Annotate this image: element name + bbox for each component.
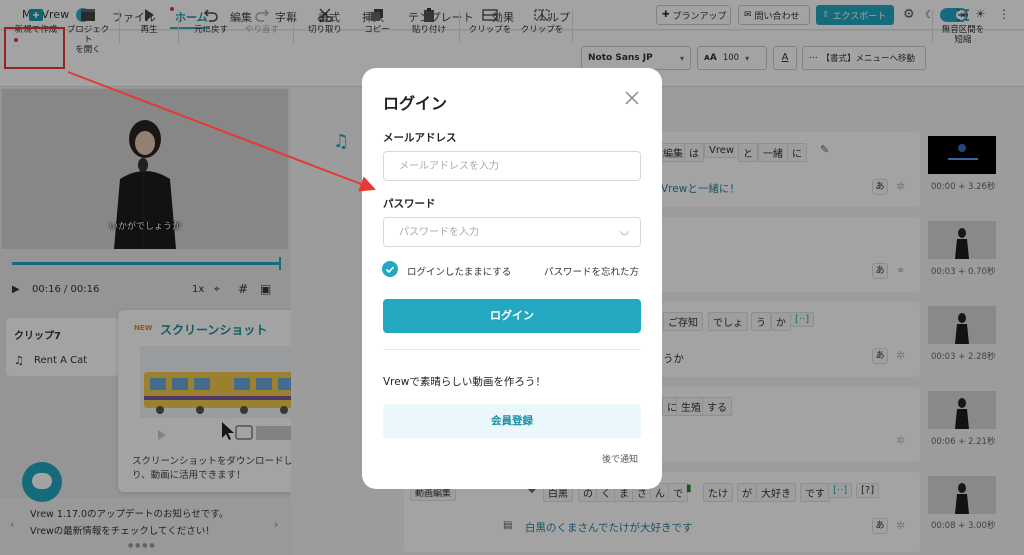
remember-me-label[interactable]: ログインしたままにする (407, 264, 511, 278)
password-label: パスワード (383, 198, 436, 210)
close-icon[interactable] (624, 90, 640, 106)
eye-closed-icon[interactable]: ◡ (620, 226, 629, 237)
email-field[interactable] (383, 151, 641, 181)
dialog-title: ログイン (383, 94, 448, 113)
promo-text: Vrewで素晴らしい動画を作ろう！ (383, 376, 546, 388)
email-label: メールアドレス (383, 132, 457, 144)
divider (383, 349, 641, 350)
login-dialog: ログイン メールアドレス パスワード ◡ ログインしたままにする パスワードを忘… (362, 68, 662, 489)
signup-button[interactable]: 会員登録 (383, 404, 641, 438)
checkmark-icon (385, 266, 395, 274)
forgot-password-link[interactable]: パスワードを忘れた方 (544, 264, 639, 278)
password-field[interactable] (383, 217, 641, 247)
remember-me-checkbox[interactable] (382, 261, 398, 277)
login-button[interactable]: ログイン (383, 299, 641, 333)
notify-later-link[interactable]: 後で通知 (602, 452, 638, 465)
